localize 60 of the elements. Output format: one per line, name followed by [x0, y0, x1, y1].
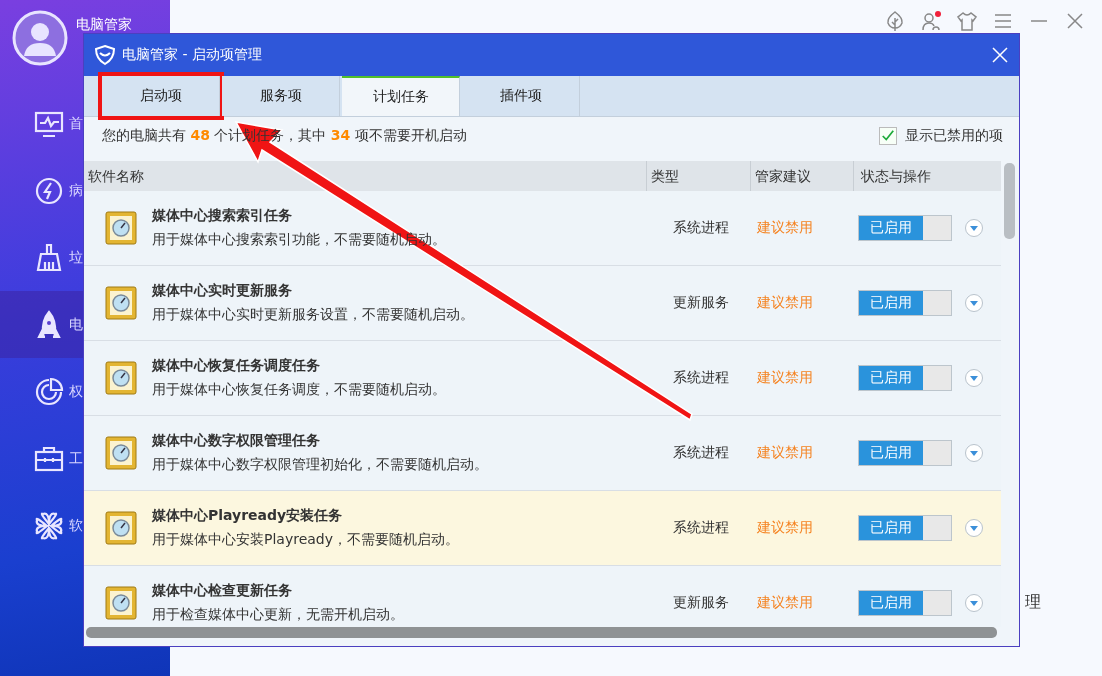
status-toggle[interactable]: 已启用: [858, 215, 952, 241]
dropdown-icon[interactable]: [964, 443, 984, 463]
task-name: 媒体中心恢复任务调度任务: [152, 357, 321, 375]
pie-chart-icon: [33, 375, 65, 408]
task-description: 用于媒体中心数字权限管理初始化，不需要随机启动。: [152, 456, 488, 474]
clock-document-icon: [104, 585, 140, 621]
status-toggle[interactable]: 已启用: [858, 290, 952, 316]
tab[interactable]: 计划任务: [342, 76, 460, 116]
tree-icon[interactable]: [884, 10, 906, 32]
nav-item[interactable]: 电: [0, 291, 83, 358]
checkbox-label: 显示已禁用的项: [905, 127, 1003, 145]
type-cell-text: 更新服务: [672, 594, 730, 612]
status-toggle[interactable]: 已启用: [858, 515, 952, 541]
type-cell-text: 系统进程: [672, 219, 730, 237]
nav-item[interactable]: 软: [0, 492, 83, 559]
task-name: 媒体中心Playready安装任务: [152, 507, 344, 525]
dropdown-icon[interactable]: [964, 518, 984, 538]
type-cell-text: 系统进程: [672, 369, 730, 387]
avatar-icon: [12, 10, 68, 66]
nav-item[interactable]: 垃: [0, 224, 83, 291]
status-toggle[interactable]: 已启用: [858, 440, 952, 466]
dropdown-icon[interactable]: [964, 293, 984, 313]
shirt-icon[interactable]: [956, 10, 978, 32]
close-icon[interactable]: [991, 46, 1009, 64]
dropdown-icon[interactable]: [964, 593, 984, 613]
clock-document-icon: [104, 210, 140, 246]
clock-document-icon: [104, 510, 140, 546]
nav-item[interactable]: 权: [0, 358, 83, 425]
vertical-scrollbar[interactable]: [1004, 163, 1015, 239]
window-title: 电脑管家 - 启动项管理: [122, 46, 263, 64]
table-row[interactable]: 媒体中心Playready安装任务 用于媒体中心安装Playready，不需要随机启动。 系统进程 建议禁用 已启用: [84, 491, 1001, 566]
type-cell-text: 系统进程: [672, 444, 730, 462]
task-name: 媒体中心实时更新服务: [152, 282, 293, 300]
nav-item[interactable]: 首: [0, 90, 83, 157]
shield-icon: [94, 44, 116, 66]
background-text: 理: [1025, 592, 1041, 613]
user-name: 电脑管家: [76, 16, 132, 34]
column-header: 软件名称: [87, 167, 145, 186]
checkbox[interactable]: [879, 127, 897, 145]
tab[interactable]: 服务项: [222, 76, 340, 116]
clock-document-icon: [104, 360, 140, 396]
user-icon[interactable]: [920, 10, 942, 32]
task-name: 媒体中心数字权限管理任务: [152, 432, 321, 450]
clock-document-icon: [104, 285, 140, 321]
task-name: 媒体中心搜索索引任务: [152, 207, 293, 225]
status-toggle[interactable]: 已启用: [858, 365, 952, 391]
task-description: 用于媒体中心实时更新服务设置，不需要随机启动。: [152, 306, 474, 324]
task-description: 用于媒体中心恢复任务调度，不需要随机启动。: [152, 381, 446, 399]
type-cell-text: 系统进程: [672, 519, 730, 537]
task-name: 媒体中心检查更新任务: [152, 582, 293, 600]
dropdown-icon[interactable]: [964, 218, 984, 238]
task-description: 用于媒体中心安装Playready，不需要随机启动。: [152, 531, 459, 549]
task-description: 用于检查媒体中心更新，无需开机启动。: [152, 606, 404, 624]
clock-document-icon: [104, 435, 140, 471]
nav-item[interactable]: 工: [0, 425, 83, 492]
horizontal-scrollbar[interactable]: [86, 627, 997, 638]
dropdown-icon[interactable]: [964, 368, 984, 388]
nav-item[interactable]: 病: [0, 157, 83, 224]
type-cell-text: 更新服务: [672, 294, 730, 312]
status-toggle[interactable]: 已启用: [858, 590, 952, 616]
